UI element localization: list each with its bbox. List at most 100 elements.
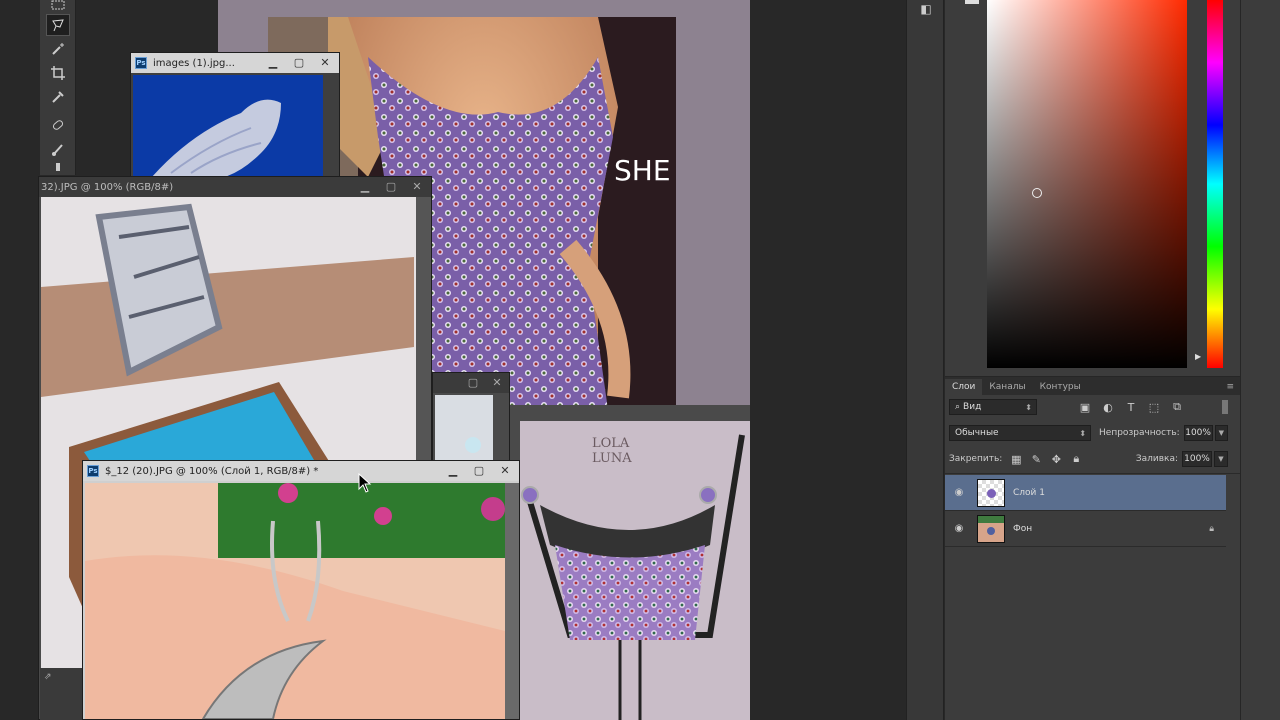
layer-thumbnail [977, 514, 1005, 543]
layer-name: Фон [1013, 523, 1033, 534]
blend-mode-value: Обычные [955, 428, 999, 438]
panel-menu-icon[interactable]: ≡ [1220, 379, 1240, 395]
ps-icon: Ps [87, 465, 99, 477]
status-strip: ⇗ [40, 668, 82, 720]
lock-position-icon[interactable]: ✥ [1048, 451, 1064, 467]
layer-filter-label: Вид [963, 402, 982, 412]
close-button[interactable]: ✕ [489, 375, 505, 389]
layer-row-background[interactable]: ◉ Фон 🔒︎ [945, 511, 1226, 547]
layer-thumbnail [977, 478, 1005, 507]
opacity-input[interactable]: 100% [1183, 425, 1213, 441]
fill-input[interactable]: 100% [1182, 451, 1212, 467]
lasso-icon [52, 19, 64, 32]
color-picker-cursor [1032, 188, 1042, 198]
adjustment-filter-icon[interactable]: ◐ [1100, 399, 1116, 415]
small-image [435, 395, 493, 461]
crop-tool[interactable] [46, 62, 70, 84]
image-filter-icon[interactable]: ▣ [1077, 399, 1093, 415]
shape-filter-icon[interactable]: ⬚ [1146, 399, 1162, 415]
color-field[interactable] [987, 0, 1187, 368]
hue-marker-icon: ▶ [1195, 352, 1202, 361]
pendant-window-titlebar[interactable]: Ps $_12 (20).JPG @ 100% (Слой 1, RGB/8#)… [83, 461, 519, 481]
tab-paths[interactable]: Контуры [1033, 379, 1088, 395]
small-window-titlebar[interactable]: ▢ ✕ [433, 373, 509, 393]
right-side-strip [1240, 0, 1280, 720]
layer-name: Слой 1 [1013, 487, 1045, 498]
lingerie-brand-line1: LOLA [592, 436, 630, 451]
stamp-tool[interactable] [46, 160, 70, 174]
lock-label: Закрепить: [949, 454, 1003, 464]
eye-icon[interactable]: ◉ [945, 523, 973, 534]
brush-tool[interactable] [46, 138, 70, 160]
lock-pixels-icon[interactable]: ✎ [1028, 451, 1044, 467]
layer-row-layer1[interactable]: ◉ Слой 1 [945, 475, 1226, 511]
close-button[interactable]: ✕ [497, 463, 513, 477]
color-swatch-icon[interactable] [965, 0, 979, 4]
lasso-tool[interactable] [46, 14, 70, 36]
maximize-button[interactable]: ▢ [383, 179, 399, 193]
color-panel: ▶ [945, 0, 1240, 376]
opacity-label: Непрозрачность: [1099, 428, 1180, 438]
magic-wand-icon [52, 43, 64, 55]
maximize-button[interactable]: ▢ [465, 375, 481, 389]
layers-divider [945, 473, 1240, 474]
eye-icon[interactable]: ◉ [945, 487, 973, 498]
stamp-icon [56, 163, 60, 171]
pendant-document-window[interactable]: Ps $_12 (20).JPG @ 100% (Слой 1, RGB/8#)… [82, 460, 520, 720]
ring-window-titlebar[interactable]: 32).JPG @ 100% (RGB/8#) ▁ ▢ ✕ [39, 177, 431, 197]
fill-label: Заливка: [1135, 454, 1178, 464]
close-button[interactable]: ✕ [317, 55, 333, 69]
minimize-button[interactable]: ▁ [357, 179, 373, 193]
healing-brush-icon [52, 120, 64, 130]
search-icon: ⌕ [955, 402, 961, 412]
lock-all-icon[interactable]: 🔒︎ [1068, 451, 1084, 467]
dock-gutter: ◧ [906, 0, 944, 720]
export-icon[interactable]: ⇗ [44, 672, 52, 682]
lace-window-titlebar[interactable]: Ps images (1).jpg... ▁ ▢ ✕ [131, 53, 339, 73]
lingerie-brand-line2: LUNA [592, 451, 632, 466]
type-filter-icon[interactable]: T [1123, 399, 1139, 415]
pendant-document-body [83, 481, 519, 719]
lace-document-body [131, 73, 339, 176]
crop-icon [51, 66, 65, 80]
magic-wand-tool[interactable] [46, 38, 70, 60]
opacity-dropdown[interactable]: ▼ [1214, 425, 1228, 441]
small-document-window[interactable]: ▢ ✕ [432, 372, 510, 462]
smart-object-filter-icon[interactable]: ⧉ [1169, 399, 1185, 415]
dress-brand-text: SHE [614, 154, 671, 187]
marquee-icon [51, 0, 65, 10]
minimize-button[interactable]: ▁ [445, 463, 461, 477]
lingerie-document[interactable]: LOLA LUNA [510, 405, 750, 720]
filter-toggle[interactable] [1222, 400, 1228, 414]
ring-window-title: 32).JPG @ 100% (RGB/8#) [41, 181, 174, 193]
pendant-image [85, 483, 519, 719]
blend-mode-select[interactable]: Обычные [949, 425, 1092, 441]
layer-filter-select[interactable]: ⌕ Вид [949, 399, 1037, 415]
lock-transparency-icon[interactable]: ▦ [1008, 451, 1024, 467]
left-gutter [0, 0, 40, 175]
eyedropper-icon [52, 91, 64, 103]
small-document-body [433, 393, 509, 461]
maximize-button[interactable]: ▢ [291, 55, 307, 69]
fill-dropdown[interactable]: ▼ [1214, 451, 1228, 467]
hue-slider[interactable] [1207, 0, 1223, 368]
lingerie-image: LOLA LUNA [520, 421, 750, 720]
maximize-button[interactable]: ▢ [471, 463, 487, 477]
tools-panel [40, 0, 76, 175]
layers-panel: Слои Каналы Контуры ≡ ⌕ Вид ▣ ◐ T ⬚ ⧉ Об… [945, 376, 1240, 720]
tab-layers[interactable]: Слои [945, 379, 983, 395]
color-panel-icon[interactable]: ◧ [917, 2, 935, 18]
eyedropper-tool[interactable] [46, 86, 70, 108]
brush-icon [52, 144, 63, 156]
close-button[interactable]: ✕ [409, 179, 425, 193]
ps-icon: Ps [135, 57, 147, 69]
mouse-cursor-icon [358, 473, 372, 493]
lace-image [133, 75, 323, 176]
tab-channels[interactable]: Каналы [982, 379, 1032, 395]
lace-window-title: images (1).jpg... [153, 57, 235, 69]
lock-icon: 🔒︎ [1209, 523, 1214, 534]
lace-document-window[interactable]: Ps images (1).jpg... ▁ ▢ ✕ [130, 52, 340, 177]
minimize-button[interactable]: ▁ [265, 55, 281, 69]
healing-brush-tool[interactable] [46, 114, 70, 136]
pendant-window-title: $_12 (20).JPG @ 100% (Слой 1, RGB/8#) * [105, 465, 319, 477]
